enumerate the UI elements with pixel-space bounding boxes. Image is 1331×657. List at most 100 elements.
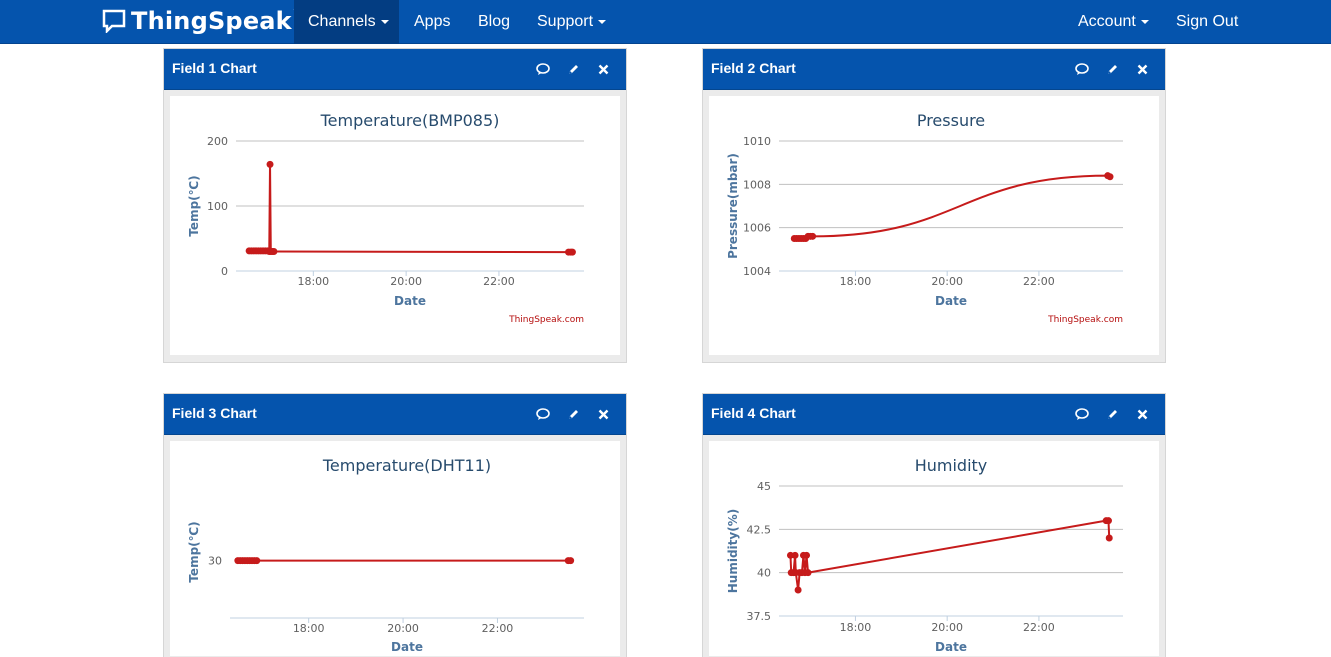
- chart-title: Humidity: [915, 456, 988, 475]
- y-tick-label: 1006: [743, 222, 771, 235]
- x-tick-label: 18:00: [293, 622, 325, 635]
- y-axis-label: Pressure(mbar): [726, 153, 740, 259]
- nav-account[interactable]: Account: [1064, 0, 1163, 44]
- top-navbar: ThingSpeak™ Channels Apps Blog Support A…: [0, 0, 1331, 44]
- x-tick-label: 20:00: [387, 622, 419, 635]
- y-tick-label: 40: [757, 567, 771, 580]
- comment-icon[interactable]: [534, 60, 552, 78]
- y-tick-label: 1004: [743, 265, 771, 278]
- panel-title: Field 4 Chart: [711, 405, 796, 421]
- nav-apps-label: Apps: [414, 13, 451, 30]
- nav-blog-label: Blog: [478, 13, 511, 30]
- x-tick-label: 20:00: [931, 275, 963, 288]
- chevron-down-icon: [1140, 20, 1149, 24]
- chart-title: Temperature(BMP085): [320, 111, 500, 130]
- close-icon[interactable]: [594, 405, 612, 423]
- data-point[interactable]: [266, 160, 274, 168]
- chevron-down-icon: [380, 20, 389, 24]
- x-tick-label: 22:00: [483, 275, 515, 288]
- pencil-icon[interactable]: [564, 405, 582, 423]
- y-tick-label: 1010: [743, 135, 771, 148]
- series-line: [789, 519, 1111, 591]
- y-tick-label: 42.5: [747, 523, 772, 536]
- data-point[interactable]: [270, 248, 278, 255]
- x-tick-label: 22:00: [1023, 275, 1055, 288]
- nav-sign-out-label: Sign Out: [1176, 13, 1239, 30]
- x-axis-label: Date: [391, 640, 423, 654]
- x-tick-label: 20:00: [931, 621, 963, 634]
- pencil-icon[interactable]: [1103, 405, 1121, 423]
- x-axis-label: Date: [935, 640, 967, 654]
- x-tick-label: 22:00: [482, 622, 514, 635]
- chevron-down-icon: [598, 20, 607, 24]
- panel-header: Field 1 Chart: [164, 49, 626, 90]
- x-tick-label: 18:00: [297, 275, 329, 288]
- panel-tools: [534, 60, 612, 78]
- data-point[interactable]: [253, 557, 261, 565]
- nav-account-label: Account: [1078, 13, 1136, 30]
- data-point[interactable]: [803, 551, 811, 559]
- x-tick-label: 22:00: [1023, 621, 1055, 634]
- comment-icon[interactable]: [1073, 60, 1091, 78]
- y-tick-label: 0: [221, 265, 228, 278]
- x-tick-label: 20:00: [390, 275, 422, 288]
- y-tick-label: 200: [207, 135, 228, 148]
- y-tick-label: 37.5: [747, 610, 772, 623]
- y-tick-label: 45: [757, 480, 771, 493]
- brand-logo[interactable]: ThingSpeak™: [102, 6, 303, 36]
- pencil-icon[interactable]: [564, 60, 582, 78]
- nav-support-label: Support: [537, 13, 594, 30]
- chart-credit-link[interactable]: ThingSpeak.com: [508, 315, 584, 325]
- x-tick-label: 18:00: [840, 621, 872, 634]
- nav-channels-label: Channels: [308, 13, 376, 30]
- nav-blog[interactable]: Blog: [464, 0, 524, 44]
- nav-sign-out[interactable]: Sign Out: [1162, 0, 1252, 44]
- data-point[interactable]: [567, 557, 575, 565]
- series-line: [794, 174, 1111, 240]
- panel-header: Field 4 Chart: [703, 394, 1165, 435]
- data-point[interactable]: [791, 551, 799, 559]
- panel-tools: [534, 405, 612, 423]
- nav-channels[interactable]: Channels: [294, 0, 399, 44]
- nav-support[interactable]: Support: [523, 0, 620, 44]
- panel-title: Field 3 Chart: [172, 405, 257, 421]
- data-point[interactable]: [794, 586, 802, 594]
- y-axis-label: Temp(℃): [187, 175, 201, 236]
- chart-title: Temperature(DHT11): [322, 456, 491, 475]
- y-tick-label: 100: [207, 200, 228, 213]
- data-point[interactable]: [804, 569, 812, 577]
- comment-icon[interactable]: [1073, 405, 1091, 423]
- x-axis-label: Date: [935, 294, 967, 308]
- chart-title: Pressure: [917, 111, 985, 130]
- field-4-panel: Field 4 Chart Humidity 37.5 40 42.5 45 18:00 2…: [702, 393, 1166, 657]
- line-chart: Humidity 37.5 40 42.5 45 18:00 20:00 22:00 Date H…: [726, 456, 1123, 654]
- panel-title: Field 2 Chart: [711, 60, 796, 76]
- y-tick-label: 30: [208, 555, 222, 568]
- x-tick-label: 18:00: [840, 275, 872, 288]
- close-icon[interactable]: [1133, 60, 1151, 78]
- chart-credit-link[interactable]: ThingSpeak.com: [1047, 315, 1123, 325]
- speech-bubble-icon: [102, 9, 126, 33]
- y-tick-label: 1008: [743, 178, 771, 191]
- x-axis-label: Date: [394, 294, 426, 308]
- y-axis-label: Humidity(%): [726, 509, 740, 593]
- panel-tools: [1073, 60, 1151, 78]
- data-point[interactable]: [568, 248, 576, 256]
- line-chart: Temperature(BMP085) 0 100 200 18:00 20:00 22:0…: [187, 111, 584, 325]
- close-icon[interactable]: [594, 60, 612, 78]
- data-point[interactable]: [1104, 517, 1112, 525]
- series-line: [249, 163, 573, 254]
- data-point[interactable]: [1105, 534, 1113, 542]
- nav-apps[interactable]: Apps: [400, 0, 464, 44]
- data-point[interactable]: [809, 232, 817, 240]
- y-axis-label: Temp(℃): [187, 521, 201, 582]
- data-point[interactable]: [1106, 173, 1114, 181]
- pencil-icon[interactable]: [1103, 60, 1121, 78]
- chart-area: Pressure 1004 1006 1008 1010 18:00 20:00 22:00 D…: [709, 96, 1159, 355]
- line-chart: Temperature(DHT11) 30 18:00 20:00 22:00 Date T…: [187, 456, 584, 654]
- field-2-panel: Field 2 Chart Pressure 1004 1006 1008 1010 18…: [702, 48, 1166, 363]
- close-icon[interactable]: [1133, 405, 1151, 423]
- comment-icon[interactable]: [534, 405, 552, 423]
- line-chart: Pressure 1004 1006 1008 1010 18:00 20:00 22:00 D…: [726, 111, 1123, 325]
- field-1-panel: Field 1 Chart Temperature(BMP085) 0 100 200…: [163, 48, 627, 363]
